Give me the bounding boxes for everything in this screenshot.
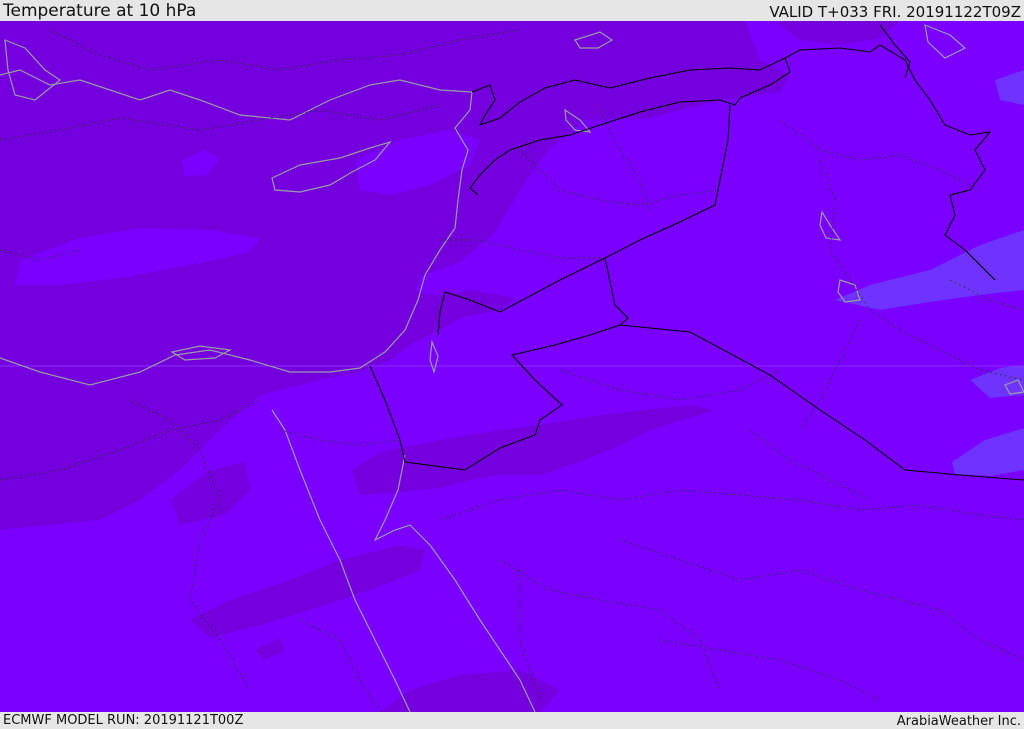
weather-map[interactable] [0, 21, 1024, 712]
model-run-label: ECMWF MODEL RUN: 20191121T00Z [3, 713, 244, 728]
map-canvas [0, 21, 1024, 712]
credit-label: ArabiaWeather Inc. [896, 714, 1021, 729]
footer-bar: ECMWF MODEL RUN: 20191121T00Z ArabiaWeat… [0, 712, 1024, 729]
map-title: Temperature at 10 hPa [3, 1, 197, 21]
header-bar: Temperature at 10 hPa VALID T+033 FRI. 2… [0, 0, 1024, 21]
map-viewer: Temperature at 10 hPa VALID T+033 FRI. 2… [0, 0, 1024, 729]
valid-time: VALID T+033 FRI. 20191122T09Z [769, 3, 1021, 21]
